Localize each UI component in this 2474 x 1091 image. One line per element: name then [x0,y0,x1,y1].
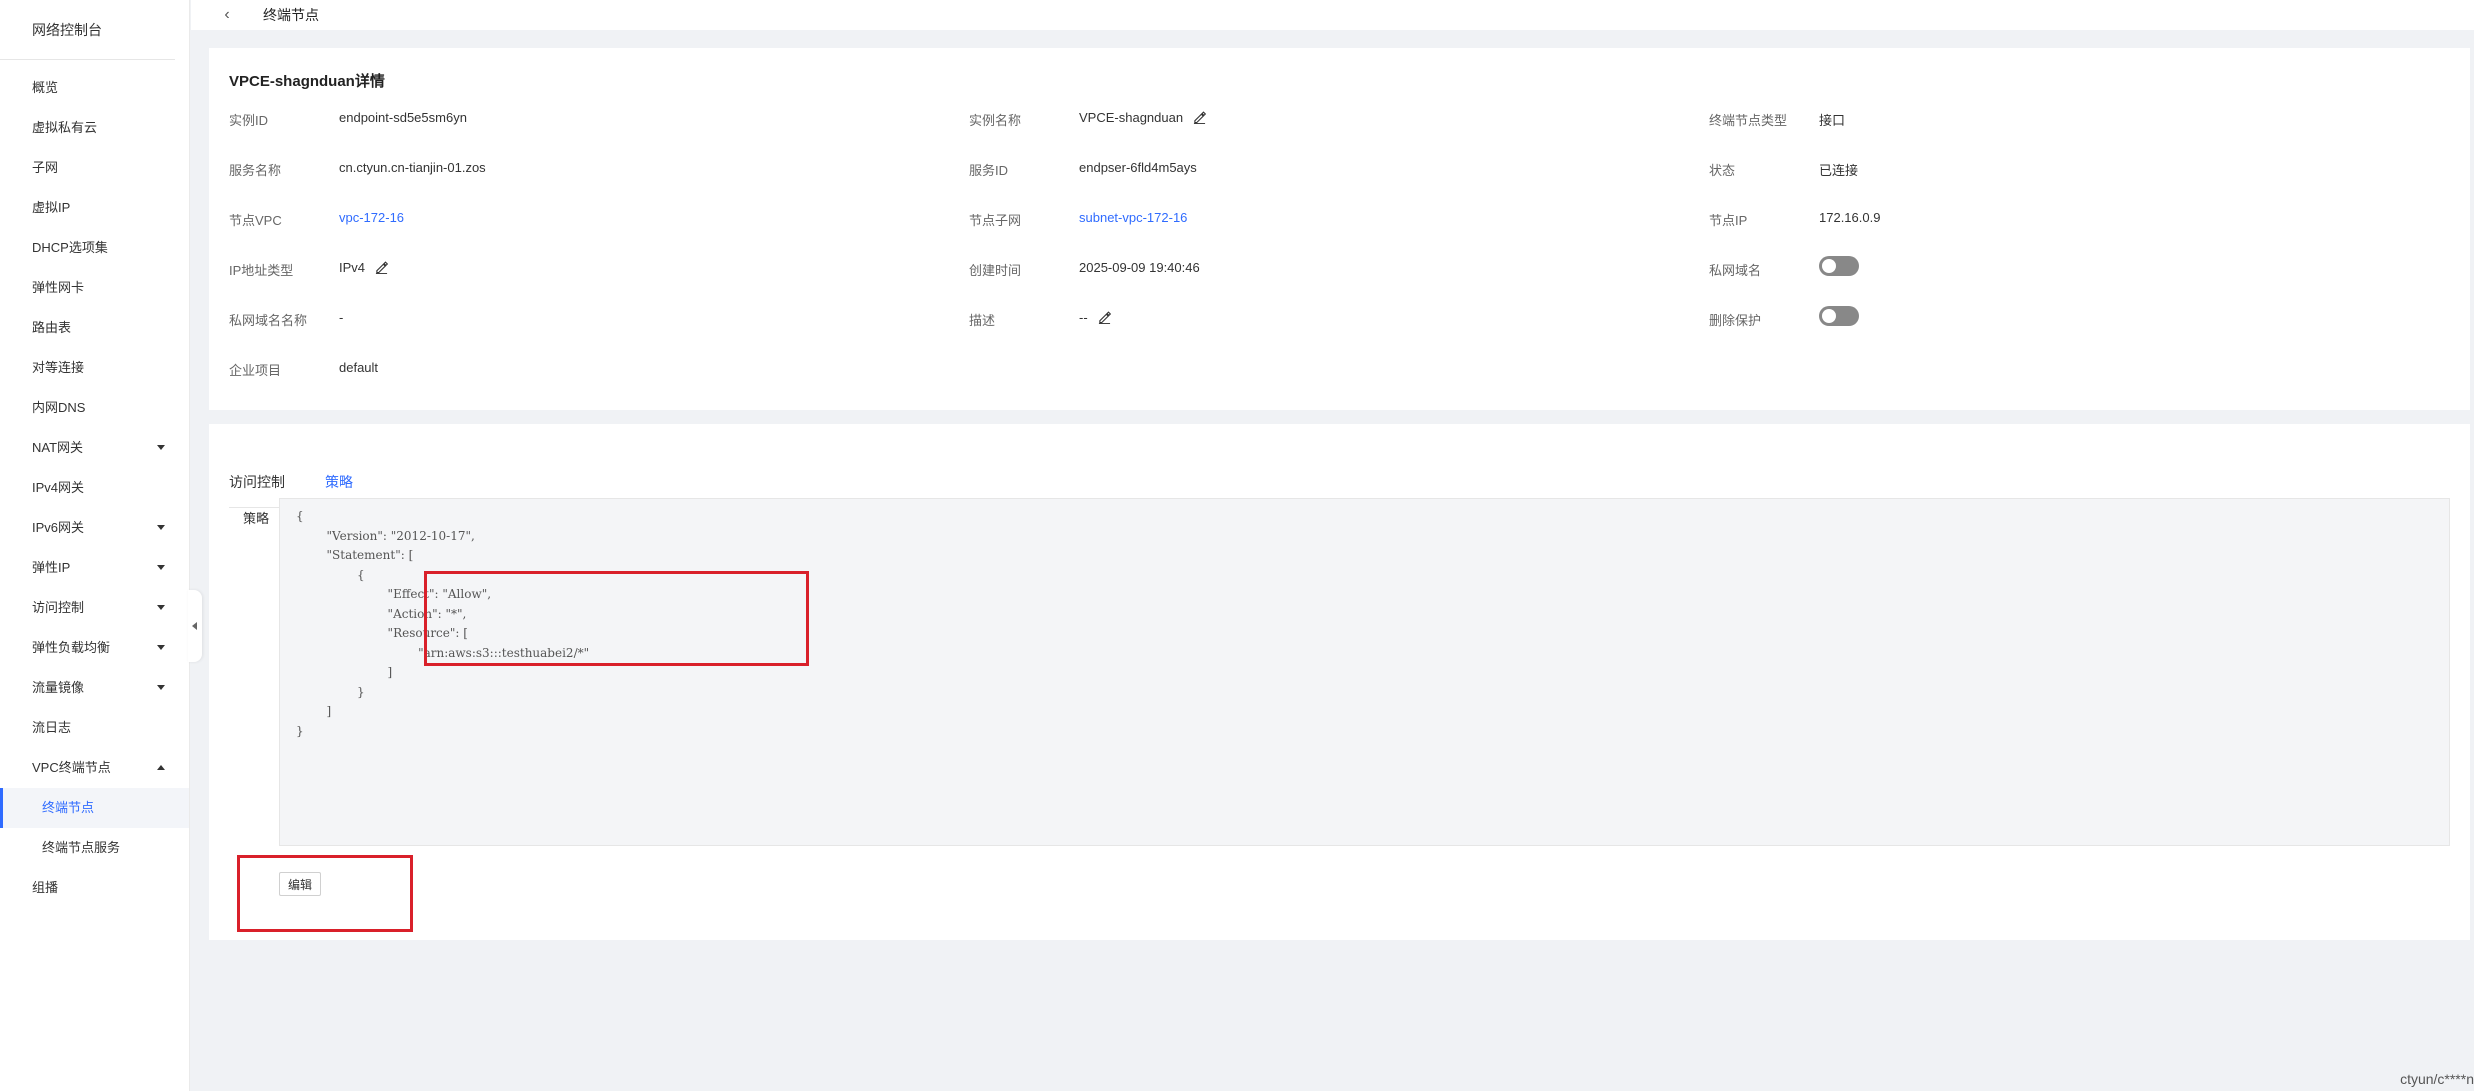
field-value: 172.16.0.9 [1819,210,1881,225]
delete-protection-toggle[interactable] [1819,306,1859,326]
chevron-up-icon [157,765,165,770]
field-value: cn.ctyun.cn-tianjin-01.zos [339,160,486,175]
vpc-link[interactable]: vpc-172-16 [339,210,404,225]
sidebar-item-dhcp[interactable]: DHCP选项集 [0,228,189,268]
page-title: 终端节点 [263,7,319,23]
status-value: 已连接 [1819,163,1859,178]
chevron-down-icon [157,685,165,690]
sidebar-item-peering[interactable]: 对等连接 [0,348,189,388]
field-label: 创建时间 [969,263,1022,278]
chevron-down-icon [157,445,165,450]
sidebar-item-label: IPv6网关 [32,520,85,535]
policy-card: 访问控制 策略 策略 { "Version": "2012-10-17", "S… [209,424,2470,940]
field-label: 状态 [1709,163,1736,178]
field-value: VPCE-shagnduan [1079,110,1184,125]
sidebar-item-label: VPC终端节点 [32,760,111,775]
field-value: 2025-09-09 19:40:46 [1079,260,1200,275]
sidebar-item-ipv6-gateway[interactable]: IPv6网关 [0,508,189,548]
watermark: ctyun/c****n [2400,1071,2474,1087]
edit-icon[interactable] [1098,311,1111,324]
sidebar-item-label: NAT网关 [32,440,84,455]
sidebar-menu: 概览 虚拟私有云 子网 虚拟IP DHCP选项集 弹性网卡 路由表 对等连接 内… [0,60,189,908]
field-value: endpoint-sd5e5sm6yn [339,110,467,125]
edit-button[interactable]: 编辑 [279,872,321,896]
highlight-box [237,855,413,932]
edit-icon[interactable] [1193,111,1207,124]
sidebar-item-private-dns[interactable]: 内网DNS [0,388,189,428]
sidebar-item-label: 访问控制 [32,600,85,615]
sidebar-item-label: 流量镜像 [32,680,85,695]
sidebar-item-traffic-mirror[interactable]: 流量镜像 [0,668,189,708]
chevron-down-icon [157,525,165,530]
sidebar-item-access-control[interactable]: 访问控制 [0,588,189,628]
field-value: endpser-6fld4m5ays [1079,160,1197,175]
sidebar: 网络控制台 概览 虚拟私有云 子网 虚拟IP DHCP选项集 弹性网卡 路由表 … [0,0,190,1091]
field-label: 服务名称 [229,163,282,178]
detail-card: VPCE-shagnduan详情 实例ID endpoint-sd5e5sm6y… [209,48,2470,410]
sidebar-item-virtual-ip[interactable]: 虚拟IP [0,188,189,228]
sidebar-item-vpc[interactable]: 虚拟私有云 [0,108,189,148]
field-value: -- [1079,310,1088,325]
sidebar-item-label: 弹性负载均衡 [32,640,111,655]
sidebar-item-vpc-endpoint[interactable]: VPC终端节点 [0,748,189,788]
field-label: 终端节点类型 [1709,113,1788,128]
field-label: 节点IP [1709,213,1748,228]
sidebar-collapse-handle[interactable] [188,590,202,662]
field-value: default [339,360,379,375]
field-value: 接口 [1819,113,1846,128]
field-label: 实例名称 [969,113,1022,128]
sidebar-item-multicast[interactable]: 组播 [0,868,189,908]
field-label: IP地址类型 [229,263,294,278]
sidebar-item-overview[interactable]: 概览 [0,68,189,108]
sidebar-item-label: 弹性IP [32,560,71,575]
field-label: 企业项目 [229,363,282,378]
tab-access-control[interactable]: 访问控制 [229,456,285,508]
sidebar-item-ipv4-gateway[interactable]: IPv4网关 [0,468,189,508]
subnet-link[interactable]: subnet-vpc-172-16 [1079,210,1187,225]
sidebar-item-eni[interactable]: 弹性网卡 [0,268,189,308]
field-label: 节点子网 [969,213,1022,228]
chevron-down-icon [157,565,165,570]
chevron-down-icon [157,645,165,650]
field-label: 描述 [969,313,996,328]
private-dns-toggle[interactable] [1819,256,1859,276]
back-arrow-icon[interactable]: ‹ [207,6,247,24]
sidebar-item-eip[interactable]: 弹性IP [0,548,189,588]
sidebar-item-flow-log[interactable]: 流日志 [0,708,189,748]
field-label: 服务ID [969,163,1009,178]
policy-json: { "Version": "2012-10-17", "Statement": … [296,509,590,738]
sidebar-item-nat[interactable]: NAT网关 [0,428,189,468]
edit-icon[interactable] [375,261,389,274]
policy-editor[interactable]: { "Version": "2012-10-17", "Statement": … [279,498,2450,846]
page-header: ‹ 终端节点 [191,0,2474,30]
field-label: 节点VPC [229,213,282,228]
policy-label: 策略 [243,511,270,526]
sidebar-item-route-table[interactable]: 路由表 [0,308,189,348]
sidebar-item-elb[interactable]: 弹性负载均衡 [0,628,189,668]
console-title: 网络控制台 [0,0,175,60]
field-label: 私网域名 [1709,263,1762,278]
field-label: 私网域名名称 [229,313,308,328]
field-value: - [339,310,344,325]
detail-title: VPCE-shagnduan详情 [229,73,385,90]
field-label: 实例ID [229,113,269,128]
field-label: 删除保护 [1709,313,1762,328]
sidebar-item-endpoint-service[interactable]: 终端节点服务 [0,828,189,868]
field-value: IPv4 [339,260,366,275]
sidebar-item-subnet[interactable]: 子网 [0,148,189,188]
chevron-down-icon [157,605,165,610]
sidebar-item-endpoint[interactable]: 终端节点 [0,788,189,828]
